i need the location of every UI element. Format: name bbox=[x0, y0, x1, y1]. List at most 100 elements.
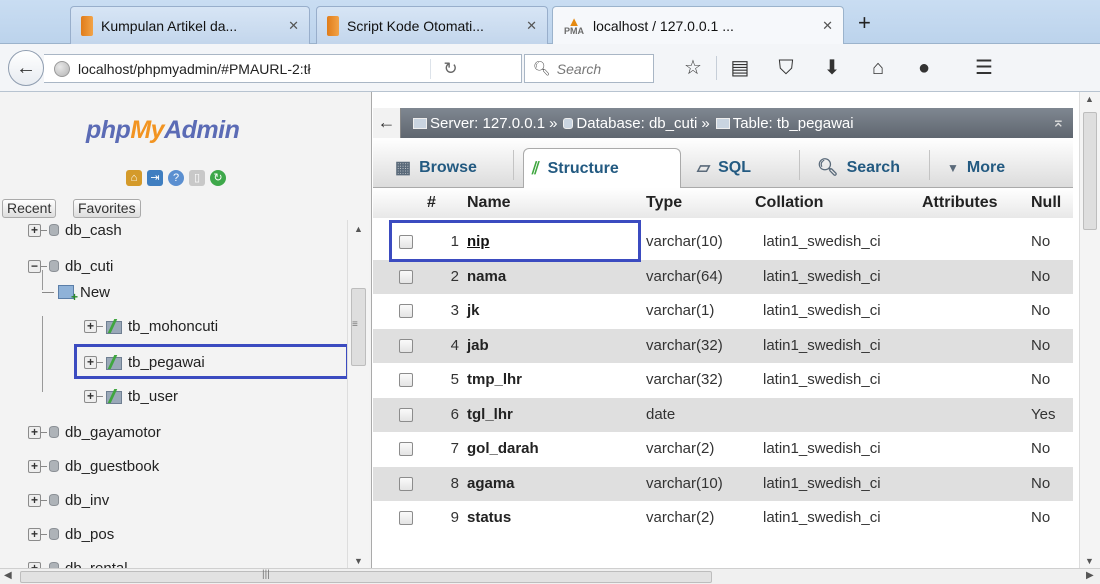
header-null[interactable]: Null bbox=[1031, 194, 1061, 212]
tab-structure[interactable]: ⫽ Structure bbox=[523, 148, 681, 188]
tree-item-tb-user[interactable]: + tb_user bbox=[84, 382, 178, 410]
scroll-down-icon[interactable]: ▼ bbox=[354, 556, 363, 566]
column-collation: latin1_swedish_ci bbox=[763, 371, 881, 388]
new-tab-button[interactable]: + bbox=[858, 12, 871, 34]
column-name[interactable]: tmp_lhr bbox=[467, 371, 522, 388]
column-name[interactable]: nama bbox=[467, 268, 506, 285]
help-icon[interactable]: ? bbox=[168, 170, 184, 186]
breadcrumb-server[interactable]: Server: 127.0.0.1 bbox=[430, 115, 545, 132]
tree-item-db-inv[interactable]: + db_inv bbox=[28, 486, 109, 514]
browser-tab-1[interactable]: Kumpulan Artikel da... ✕ bbox=[70, 6, 310, 44]
back-button[interactable]: ← bbox=[8, 50, 44, 86]
tree-item-db-gayamotor[interactable]: + db_gayamotor bbox=[28, 418, 161, 446]
row-checkbox[interactable] bbox=[399, 269, 413, 284]
scrollbar-thumb[interactable] bbox=[1083, 112, 1097, 230]
tree-item-db-pos[interactable]: + db_pos bbox=[28, 520, 114, 548]
download-icon[interactable]: ⬇ bbox=[809, 56, 855, 80]
chat-icon[interactable]: ● bbox=[901, 56, 947, 80]
tab-browse[interactable]: ▦ Browse bbox=[387, 148, 485, 188]
table-row[interactable]: 9 status varchar(2) latin1_swedish_ci No bbox=[373, 501, 1073, 536]
reload-icon[interactable]: ↻ bbox=[210, 170, 226, 186]
expand-icon[interactable]: + bbox=[28, 223, 41, 237]
pocket-icon[interactable]: ⛉ bbox=[763, 56, 809, 80]
row-checkbox[interactable] bbox=[399, 442, 413, 456]
database-icon bbox=[563, 117, 574, 129]
sidebar-scrollbar[interactable]: ▲ ≡ ▼ bbox=[347, 220, 369, 568]
collapse-arrow-icon[interactable]: ← bbox=[373, 108, 401, 138]
expand-icon[interactable]: + bbox=[28, 425, 41, 439]
phpmyadmin-logo[interactable]: phpMyAdmin bbox=[86, 116, 240, 145]
header-type[interactable]: Type bbox=[646, 194, 682, 212]
column-name[interactable]: gol_darah bbox=[467, 440, 539, 457]
tree-item-db-guestbook[interactable]: + db_guestbook bbox=[28, 452, 159, 480]
tree-item-tb-mohoncuti[interactable]: + tb_mohoncuti bbox=[84, 312, 218, 340]
row-checkbox[interactable] bbox=[399, 373, 413, 387]
tree-item-new[interactable]: New bbox=[42, 278, 110, 306]
scroll-down-icon[interactable]: ▼ bbox=[1085, 556, 1094, 566]
row-checkbox[interactable] bbox=[399, 338, 413, 353]
row-checkbox[interactable] bbox=[399, 407, 413, 422]
column-number: 2 bbox=[450, 267, 459, 285]
close-icon[interactable]: ✕ bbox=[288, 18, 299, 34]
scroll-right-icon[interactable]: ▶ bbox=[1086, 570, 1094, 581]
menu-icon[interactable]: ☰ bbox=[961, 56, 1007, 80]
header-attributes[interactable]: Attributes bbox=[922, 194, 998, 212]
docs-icon[interactable]: ▯ bbox=[189, 170, 205, 186]
tree-item-db-cash[interactable]: + db_cash bbox=[28, 216, 122, 244]
column-name[interactable]: status bbox=[467, 509, 511, 526]
table-row[interactable]: 8 agama varchar(10) latin1_swedish_ci No bbox=[373, 466, 1073, 501]
expand-icon[interactable]: + bbox=[84, 389, 97, 403]
table-row[interactable]: 5 tmp_lhr varchar(32) latin1_swedish_ci No bbox=[373, 363, 1073, 398]
horizontal-scrollbar[interactable]: ◀ ||| ▶ bbox=[0, 568, 1100, 584]
close-icon[interactable]: ✕ bbox=[822, 18, 833, 34]
scroll-left-icon[interactable]: ◀ bbox=[4, 570, 12, 581]
star-icon[interactable]: ☆ bbox=[670, 56, 716, 80]
breadcrumb-table[interactable]: Table: tb_pegawai bbox=[733, 115, 854, 132]
browser-tab-title: localhost / 127.0.0.1 ... bbox=[593, 17, 734, 34]
reload-icon[interactable]: ↻ bbox=[430, 58, 470, 79]
close-icon[interactable]: ✕ bbox=[526, 18, 537, 34]
url-text[interactable]: localhost/phpmyadmin/#PMAURL-2:tł bbox=[78, 61, 430, 77]
main-scrollbar[interactable]: ▲ ▼ bbox=[1079, 92, 1100, 568]
scroll-up-icon[interactable]: ▲ bbox=[1085, 94, 1094, 104]
column-name[interactable]: agama bbox=[467, 475, 515, 492]
tab-search[interactable]: 🔍︎ Search bbox=[809, 148, 908, 188]
search-input[interactable]: 🔍︎ Search bbox=[524, 54, 654, 83]
table-icon bbox=[106, 319, 122, 334]
column-type: varchar(2) bbox=[646, 440, 715, 457]
table-row[interactable]: 6 tgl_lhr date Yes bbox=[373, 397, 1073, 432]
collapse-icon[interactable]: − bbox=[28, 259, 41, 273]
header-name[interactable]: Name bbox=[467, 194, 511, 212]
table-row[interactable]: 3 jk varchar(1) latin1_swedish_ci No bbox=[373, 294, 1073, 329]
reading-list-icon[interactable]: ▤ bbox=[717, 56, 763, 80]
column-name[interactable]: tgl_lhr bbox=[467, 406, 513, 423]
scrollbar-thumb[interactable] bbox=[20, 571, 712, 583]
header-num: # bbox=[427, 194, 436, 211]
expand-icon[interactable]: + bbox=[28, 527, 41, 541]
breadcrumb-database[interactable]: Database: db_cuti bbox=[576, 115, 697, 132]
expand-icon[interactable]: + bbox=[84, 319, 97, 333]
browser-tab-2[interactable]: Script Kode Otomati... ✕ bbox=[316, 6, 548, 44]
tab-more[interactable]: ▼ More bbox=[939, 148, 1013, 188]
column-name[interactable]: jk bbox=[467, 302, 480, 319]
table-row[interactable]: 2 nama varchar(64) latin1_swedish_ci No bbox=[373, 259, 1073, 294]
home-icon[interactable]: ⌂ bbox=[126, 170, 142, 186]
tab-sql[interactable]: ▱ SQL bbox=[689, 148, 759, 188]
row-checkbox[interactable] bbox=[399, 511, 413, 525]
column-name[interactable]: jab bbox=[467, 337, 489, 354]
row-checkbox[interactable] bbox=[399, 304, 413, 318]
browser-tab-3[interactable]: ▲ PMA localhost / 127.0.0.1 ... ✕ bbox=[552, 6, 844, 44]
scroll-up-icon[interactable]: ▲ bbox=[354, 224, 363, 234]
row-checkbox[interactable] bbox=[399, 476, 413, 491]
table-row[interactable]: 7 gol_darah varchar(2) latin1_swedish_ci No bbox=[373, 432, 1073, 467]
expand-icon[interactable]: + bbox=[28, 493, 41, 507]
back-arrow-icon: ← bbox=[16, 56, 36, 79]
logout-icon[interactable]: ⇥ bbox=[147, 170, 163, 186]
home-icon[interactable]: ⌂ bbox=[855, 56, 901, 80]
expand-icon[interactable]: + bbox=[28, 459, 41, 473]
tree-item-db-cuti[interactable]: − db_cuti bbox=[28, 252, 113, 280]
url-bar[interactable]: localhost/phpmyadmin/#PMAURL-2:tł ↻ bbox=[44, 54, 522, 83]
table-row[interactable]: 4 jab varchar(32) latin1_swedish_ci No bbox=[373, 328, 1073, 363]
header-collation[interactable]: Collation bbox=[755, 194, 823, 212]
minimize-icon[interactable]: ⌅ bbox=[1052, 112, 1065, 132]
